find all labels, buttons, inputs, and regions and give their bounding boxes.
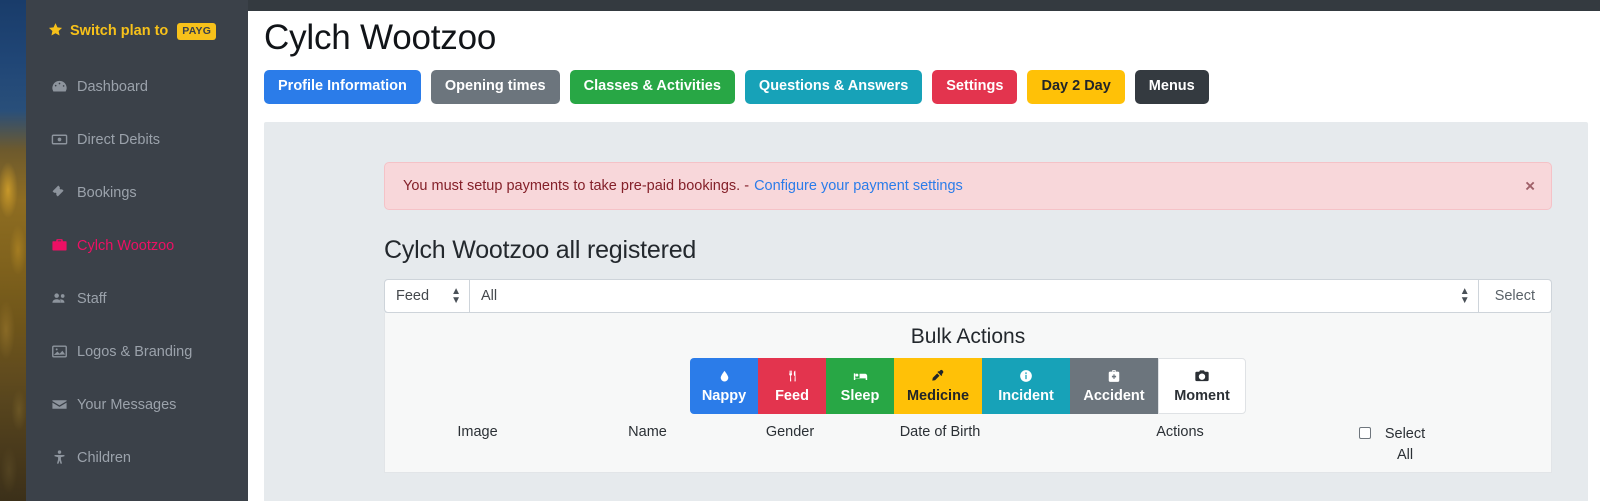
bulk-action-incident[interactable]: Incident [982, 357, 1070, 414]
bulk-action-sleep[interactable]: Sleep [826, 357, 894, 414]
page-title: Cylch Wootzoo [264, 18, 497, 57]
briefcase-icon [50, 237, 68, 254]
scope-select[interactable]: All [470, 278, 1479, 313]
select-all-label: Select All [1384, 425, 1426, 463]
users-icon [50, 290, 68, 307]
bulk-action-medicine[interactable]: Medicine [894, 357, 982, 414]
ticket-icon [50, 184, 68, 201]
select-button[interactable]: Select [1478, 278, 1552, 313]
switch-plan-link[interactable]: Switch plan to PAYG [26, 0, 248, 40]
bulk-action-label: Feed [775, 388, 809, 405]
bulk-action-label: Moment [1174, 388, 1230, 405]
configure-payment-settings-link[interactable]: Configure your payment settings [754, 178, 963, 194]
kind-select-wrapper: Feed ▲ ▼ [384, 278, 470, 313]
tachometer-icon [50, 78, 68, 95]
tab-bar: Profile Information Opening times Classe… [248, 58, 1600, 104]
column-header-gender: Gender [765, 423, 815, 440]
alert-message: You must setup payments to take pre-paid… [403, 177, 750, 194]
sidebar-item-label: Dashboard [77, 78, 148, 95]
select-all-checkbox[interactable] [1359, 426, 1371, 439]
sidebar-item-direct-debits[interactable]: Direct Debits [26, 113, 248, 166]
eyedropper-icon [931, 367, 945, 384]
droplet-icon [718, 367, 731, 384]
sidebar-item-label: Cylch Wootzoo [77, 237, 175, 254]
envelope-icon [50, 396, 68, 413]
table-header-row: Image Name Gender Date of Birth Actions … [385, 424, 1551, 466]
column-header-name: Name [628, 423, 667, 440]
bulk-action-accident[interactable]: Accident [1070, 357, 1158, 414]
switch-plan-label: Switch plan to [70, 23, 169, 39]
sidebar-item-your-messages[interactable]: Your Messages [26, 378, 248, 431]
bed-icon [852, 367, 869, 384]
filter-bar: Feed ▲ ▼ All ▲ ▼ Select [384, 278, 1552, 313]
bulk-actions-title: Bulk Actions [910, 324, 1026, 348]
sidebar-item-dashboard[interactable]: Dashboard [26, 60, 248, 113]
payment-setup-alert: You must setup payments to take pre-paid… [384, 161, 1552, 210]
tab-profile-information[interactable]: Profile Information [264, 70, 421, 104]
bulk-action-nappy[interactable]: Nappy [690, 357, 758, 414]
main-content: Cylch Wootzoo Profile Information Openin… [248, 11, 1600, 501]
payg-badge: PAYG [177, 22, 217, 40]
bulk-action-label: Medicine [906, 388, 970, 405]
bulk-action-label: Sleep [840, 388, 880, 405]
bulk-actions-row: Nappy Feed Sleep Medicine Incident Accid… [385, 357, 1551, 414]
tab-day-2-day[interactable]: Day 2 Day [1027, 70, 1125, 104]
sidebar-item-staff[interactable]: Staff [26, 272, 248, 325]
content-panel: You must setup payments to take pre-paid… [264, 121, 1588, 501]
registered-section-title: Cylch Wootzoo all registered [384, 235, 697, 264]
camera-icon [1194, 367, 1210, 384]
app-root: Switch plan to PAYG Dashboard Direct Deb… [0, 0, 1600, 501]
bulk-action-label: Accident [1083, 388, 1145, 405]
sidebar-item-label: Logos & Branding [77, 343, 193, 360]
tab-menus[interactable]: Menus [1134, 70, 1209, 104]
bulk-action-moment[interactable]: Moment [1158, 357, 1246, 414]
sidebar: Switch plan to PAYG Dashboard Direct Deb… [26, 0, 248, 501]
bulk-action-label: Incident [998, 388, 1054, 405]
sidebar-item-label: Direct Debits [77, 131, 160, 148]
sidebar-item-label: Children [77, 449, 131, 466]
registered-table: Bulk Actions Nappy Feed Sleep Medicine I… [384, 312, 1552, 473]
sidebar-item-label: Staff [77, 290, 107, 307]
sidebar-item-label: Bookings [77, 184, 137, 201]
medkit-icon [1107, 367, 1121, 384]
desktop-wallpaper [0, 0, 26, 501]
kind-select[interactable]: Feed [384, 278, 470, 313]
star-icon [48, 22, 63, 40]
sidebar-item-bookings[interactable]: Bookings [26, 166, 248, 219]
tab-questions-answers[interactable]: Questions & Answers [744, 70, 923, 104]
child-icon [50, 449, 68, 466]
scope-select-wrapper: All ▲ ▼ [470, 278, 1479, 313]
column-header-image: Image [457, 423, 498, 440]
image-icon [50, 343, 68, 360]
column-header-actions: Actions [1156, 423, 1204, 440]
column-header-date-of-birth: Date of Birth [899, 423, 981, 440]
money-bill-icon [50, 131, 68, 148]
info-circle-icon [1019, 367, 1033, 384]
bulk-action-feed[interactable]: Feed [758, 357, 826, 414]
sidebar-item-children[interactable]: Children [26, 431, 248, 484]
sidebar-item-label: Your Messages [77, 396, 177, 413]
alert-close-icon[interactable]: × [1525, 177, 1535, 194]
sidebar-item-cylch-wootzoo[interactable]: Cylch Wootzoo [26, 219, 248, 272]
sidebar-item-logos-branding[interactable]: Logos & Branding [26, 325, 248, 378]
select-all-cell: Select All [1335, 424, 1455, 466]
tab-opening-times[interactable]: Opening times [430, 70, 560, 104]
top-navbar [248, 0, 1600, 11]
sidebar-nav: Dashboard Direct Debits Bookings Cylch W… [26, 60, 248, 484]
tab-classes-activities[interactable]: Classes & Activities [569, 70, 735, 104]
bulk-action-label: Nappy [701, 388, 747, 405]
utensils-icon [786, 367, 799, 384]
tab-settings[interactable]: Settings [932, 70, 1018, 104]
